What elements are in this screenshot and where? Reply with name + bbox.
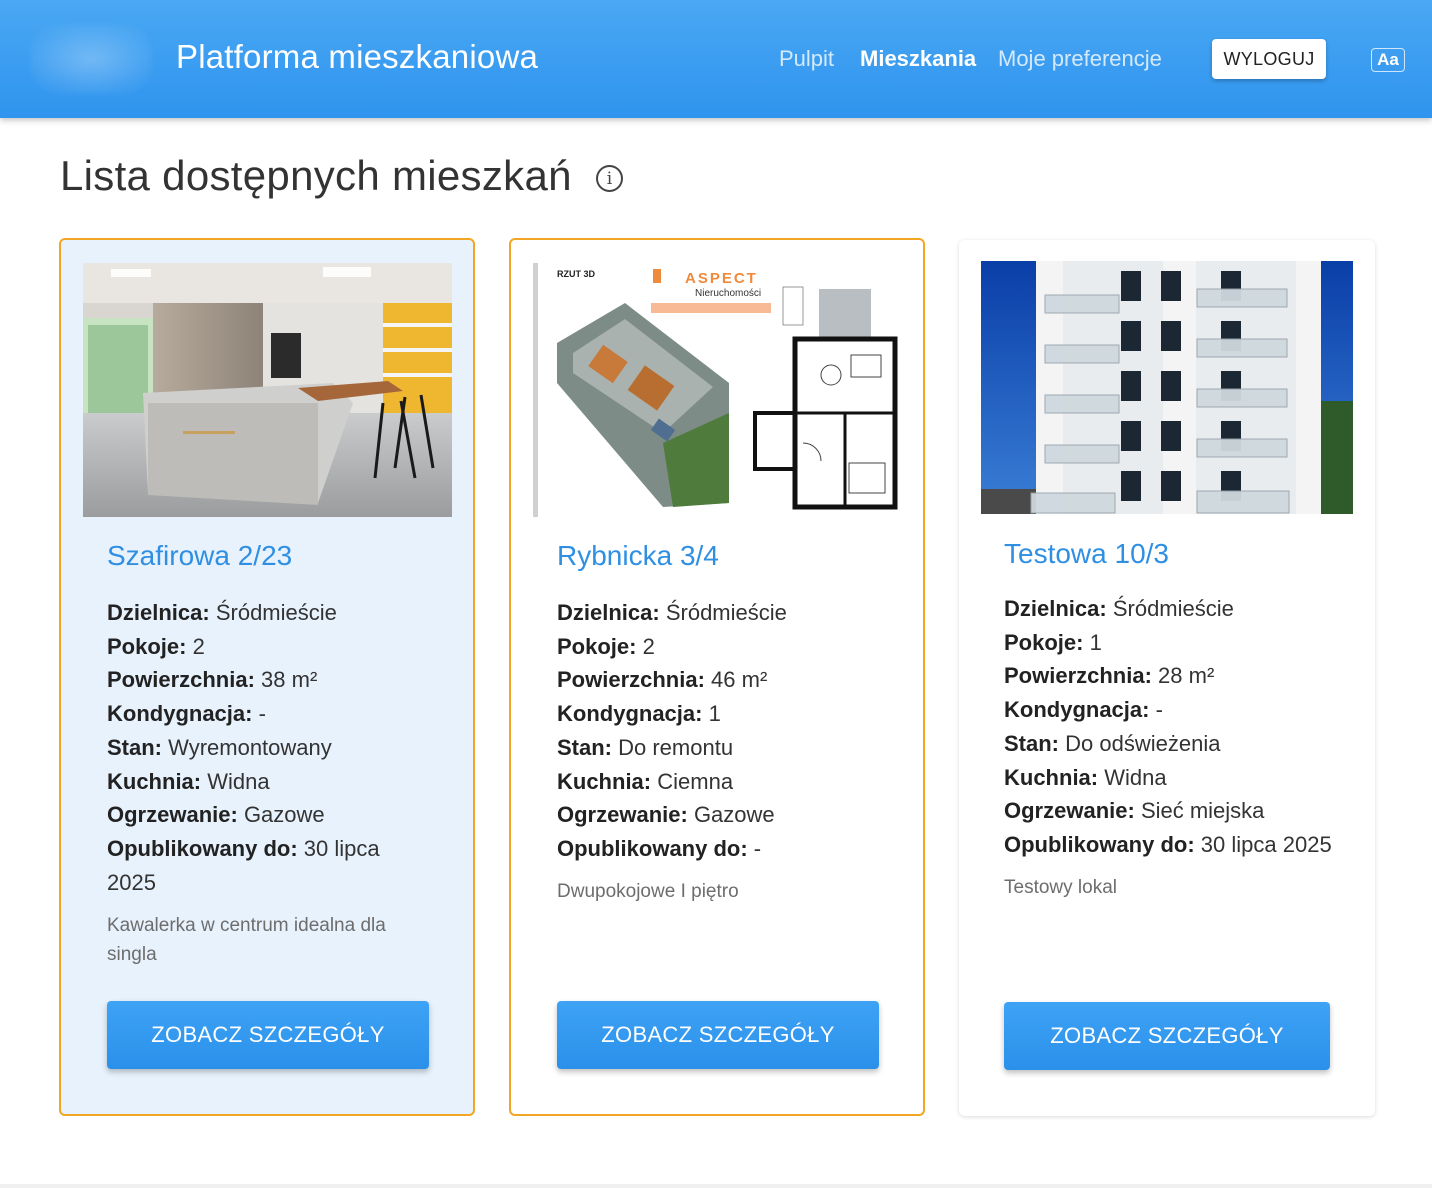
attr-ogrzewanie: Ogrzewanie: Sieć miejska [1004, 798, 1265, 824]
attr-ogrzewanie: Ogrzewanie: Gazowe [557, 802, 775, 828]
app-header: Platforma mieszkaniowa Pulpit Mieszkania… [0, 0, 1432, 118]
attr-pokoje: Pokoje: 2 [557, 633, 655, 659]
attr-dzielnica: Dzielnica: Śródmieście [107, 600, 337, 625]
logout-button[interactable]: WYLOGUJ [1212, 39, 1326, 79]
attr-pokoje: Pokoje: 2 [107, 633, 205, 659]
attr-opublikowany-do: Opublikowany do: - [557, 835, 762, 861]
attr-powierzchnia: Powierzchnia: 46 m² [557, 667, 768, 693]
attr-stan: Stan: Wyremontowany [107, 734, 332, 760]
page-footer-divider [0, 1184, 1432, 1188]
attr-kuchnia: Kuchnia: Ciemna [557, 768, 734, 794]
kitchen-photo [83, 263, 452, 517]
listing-card-testowa[interactable]: Testowa 10/3 Dzielnica: Śródmieście Poko… [959, 240, 1375, 1116]
listing-description: Dwupokojowe I piętro [557, 881, 739, 902]
nav-link-moje-preferencje[interactable]: Moje preferencje [998, 46, 1162, 72]
attr-opublikowany-do: Opublikowany do: 30 lipca 2025 [1004, 831, 1332, 857]
listing-attributes: Dzielnica: Śródmieście Pokoje: 2 Powierz… [107, 596, 427, 899]
listing-card-szafirowa[interactable]: Szafirowa 2/23 Dzielnica: Śródmieście Po… [59, 238, 475, 1116]
details-button[interactable]: ZOBACZ SZCZEGÓŁY [107, 1001, 429, 1069]
attr-pokoje: Pokoje: 1 [1004, 629, 1102, 655]
details-button[interactable]: ZOBACZ SZCZEGÓŁY [557, 1001, 879, 1069]
attr-dzielnica: Dzielnica: Śródmieście [557, 600, 787, 625]
attr-powierzchnia: Powierzchnia: 28 m² [1004, 663, 1215, 689]
attr-kondygnacja: Kondygnacja: - [107, 701, 266, 727]
attr-kondygnacja: Kondygnacja: - [1004, 697, 1163, 723]
brand-subtitle: Nieruchomości [695, 288, 761, 299]
listing-title[interactable]: Testowa 10/3 [1004, 538, 1169, 570]
font-size-toggle[interactable]: Aa [1371, 48, 1405, 72]
page-title: Lista dostępnych mieszkań [60, 152, 572, 199]
attr-kondygnacja: Kondygnacja: 1 [557, 701, 721, 727]
attr-ogrzewanie: Ogrzewanie: Gazowe [107, 802, 325, 828]
listing-description: Testowy lokal [1004, 877, 1117, 898]
listing-title[interactable]: Rybnicka 3/4 [557, 540, 719, 572]
app-title: Platforma mieszkaniowa [176, 38, 539, 75]
attr-kuchnia: Kuchnia: Widna [107, 768, 270, 794]
listing-attributes: Dzielnica: Śródmieście Pokoje: 2 Powierz… [557, 596, 887, 866]
nav-link-pulpit[interactable]: Pulpit [779, 46, 834, 72]
info-icon[interactable]: i [596, 165, 623, 192]
details-button[interactable]: ZOBACZ SZCZEGÓŁY [1004, 1002, 1330, 1070]
plan-label: RZUT 3D [557, 269, 596, 279]
attr-kuchnia: Kuchnia: Widna [1004, 764, 1167, 790]
listing-title[interactable]: Szafirowa 2/23 [107, 540, 292, 572]
attr-stan: Stan: Do odświeżenia [1004, 730, 1221, 756]
listing-description: Kawalerka w centrum idealna dla singla [107, 915, 386, 965]
floor-plan: RZUT 3D ASPECT Nieruchomości [533, 263, 902, 517]
listing-attributes: Dzielnica: Śródmieście Pokoje: 1 Powierz… [1004, 592, 1349, 862]
attr-dzielnica: Dzielnica: Śródmieście [1004, 596, 1234, 621]
listing-card-rybnicka[interactable]: RZUT 3D ASPECT Nieruchomości Rybnicka 3/… [509, 238, 925, 1116]
attr-stan: Stan: Do remontu [557, 734, 734, 760]
brand-logo: ASPECT [685, 270, 758, 287]
building-photo [981, 261, 1353, 514]
app-logo[interactable] [30, 24, 152, 94]
attr-powierzchnia: Powierzchnia: 38 m² [107, 667, 318, 693]
attr-opublikowany-do: Opublikowany do: 30 lipca 2025 [107, 835, 380, 895]
nav-link-mieszkania[interactable]: Mieszkania [860, 46, 976, 72]
